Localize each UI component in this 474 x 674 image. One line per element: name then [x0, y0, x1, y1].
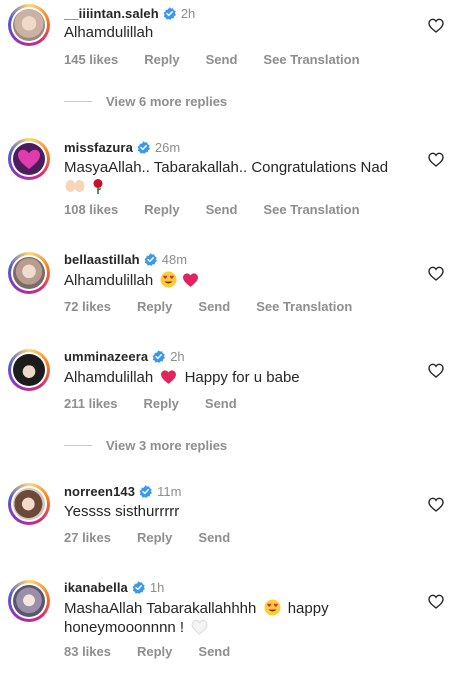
verified-icon — [131, 581, 145, 594]
comment-text: Alhamdulillah — [64, 272, 154, 289]
reply-button[interactable]: Reply — [144, 52, 179, 67]
verified-icon — [136, 141, 150, 154]
see-translation-button[interactable]: See Translation — [263, 52, 359, 67]
send-button[interactable]: Send — [198, 530, 230, 545]
verified-icon — [143, 253, 157, 266]
view-replies-label[interactable]: View 3 more replies — [106, 438, 227, 453]
heart-avatar-icon — [18, 149, 40, 169]
avatar[interactable] — [8, 252, 50, 294]
avatar[interactable] — [8, 580, 50, 622]
comment-text: MashaAllah Tabarakallahhhh — [64, 600, 257, 617]
avatar[interactable] — [8, 349, 50, 391]
send-button[interactable]: Send — [206, 52, 238, 67]
avatar[interactable] — [8, 4, 50, 46]
comment-text: MasyaAllah.. Tabarakallah.. Congratulati… — [64, 159, 389, 176]
comment-text: Yessss sisthurrrrr — [64, 503, 180, 520]
likes-count[interactable]: 145 likes — [64, 52, 118, 67]
timestamp: 2h — [180, 6, 196, 21]
divider — [64, 101, 92, 102]
reply-button[interactable]: Reply — [144, 202, 179, 217]
timestamp: 48m — [161, 252, 188, 267]
view-replies-label[interactable]: View 6 more replies — [106, 94, 227, 109]
send-button[interactable]: Send — [205, 396, 237, 411]
like-heart-icon[interactable] — [428, 266, 444, 281]
avatar[interactable] — [8, 138, 50, 180]
comment-text-after: Happy for u babe — [184, 369, 300, 386]
reply-button[interactable]: Reply — [144, 396, 179, 411]
rose-emoji — [90, 178, 106, 199]
verified-icon — [152, 350, 166, 363]
like-heart-icon[interactable] — [428, 152, 444, 167]
red-heart-emoji — [160, 369, 177, 391]
likes-count[interactable]: 83 likes — [64, 644, 111, 659]
username[interactable]: umminazeera — [64, 349, 148, 364]
reply-button[interactable]: Reply — [137, 644, 172, 659]
timestamp: 2h — [170, 349, 185, 364]
white-heart-emoji — [191, 619, 208, 641]
comment-text-2: honeymooonnnn ! — [64, 619, 185, 636]
username[interactable]: __iiiintan.saleh — [64, 6, 159, 21]
like-heart-icon[interactable] — [428, 497, 444, 512]
see-translation-button[interactable]: See Translation — [256, 299, 352, 314]
comment-emoji-line — [64, 176, 106, 199]
view-more-replies[interactable]: View 3 more replies — [64, 438, 227, 453]
divider — [64, 445, 92, 446]
view-more-replies[interactable]: View 6 more replies — [64, 94, 227, 109]
username[interactable]: bellaastillah — [64, 252, 140, 267]
likes-count[interactable]: 108 likes — [64, 202, 118, 217]
likes-count[interactable]: 27 likes — [64, 530, 111, 545]
username[interactable]: missfazura — [64, 140, 133, 155]
send-button[interactable]: Send — [206, 202, 238, 217]
reply-button[interactable]: Reply — [137, 299, 172, 314]
timestamp: 26m — [154, 140, 181, 155]
raising-hands-emoji — [64, 178, 86, 199]
send-button[interactable]: Send — [198, 644, 230, 659]
reply-button[interactable]: Reply — [137, 530, 172, 545]
comment-text: Alhamdulillah — [64, 369, 154, 386]
see-translation-button[interactable]: See Translation — [263, 202, 359, 217]
like-heart-icon[interactable] — [428, 594, 444, 609]
likes-count[interactable]: 211 likes — [64, 396, 118, 411]
comment-text-line-2: honeymooonnnn ! — [64, 618, 208, 641]
red-heart-emoji — [182, 272, 199, 294]
username[interactable]: ikanabella — [64, 580, 128, 595]
verified-icon — [139, 485, 153, 498]
avatar[interactable] — [8, 483, 50, 525]
heart-eyes-emoji — [264, 599, 281, 622]
timestamp: 11m — [157, 484, 182, 499]
username[interactable]: norreen143 — [64, 484, 135, 499]
comment-text-line: Alhamdulillah — [64, 271, 199, 294]
like-heart-icon[interactable] — [428, 18, 444, 33]
send-button[interactable]: Send — [198, 299, 230, 314]
timestamp: 1h — [149, 580, 165, 595]
like-heart-icon[interactable] — [428, 363, 444, 378]
comment-text-line: Alhamdulillah Happy for u babe — [64, 368, 300, 391]
verified-icon — [162, 7, 176, 20]
comment-text-after: happy — [287, 600, 329, 617]
comment-text: Alhamdulillah — [64, 24, 154, 41]
heart-eyes-emoji — [160, 271, 177, 294]
likes-count[interactable]: 72 likes — [64, 299, 111, 314]
